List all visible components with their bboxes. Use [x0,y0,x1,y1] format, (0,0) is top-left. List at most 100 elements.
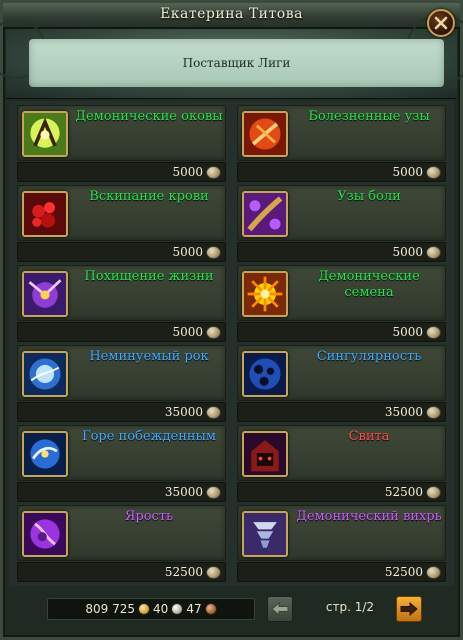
item-panel: Демонический вихрь [237,505,446,561]
price-bar: 5000 [17,322,226,342]
close-button[interactable] [427,9,455,37]
league-coin-icon [206,566,221,579]
item-name: Неминуемый рок [89,349,209,364]
item-panel: Свита [237,425,446,481]
shop-item-card[interactable]: Свита 52500 [237,425,446,503]
window-title: Екатерина Титова [160,6,303,22]
price-bar: 5000 [17,162,226,182]
retinue-icon[interactable] [242,431,288,477]
item-panel: Узы боли [237,185,446,241]
fury-icon[interactable] [22,511,68,557]
league-coin-icon [426,166,441,179]
league-coin-icon [426,566,441,579]
league-coin-icon [206,246,221,259]
singularity-icon[interactable] [242,351,288,397]
price-bar: 5000 [237,162,446,182]
league-coin-icon [206,166,221,179]
shop-item-card[interactable]: Сингулярность 35000 [237,345,446,423]
price-bar: 5000 [237,242,446,262]
item-name: Горе побежденным [81,429,217,444]
price-bar: 35000 [17,482,226,502]
price-bar: 52500 [17,562,226,582]
page-indicator: стр. 1/2 [325,600,375,614]
bonds-of-pain-icon[interactable] [242,191,288,237]
shop-item-card[interactable]: Похищение жизни 5000 [17,265,226,343]
vendor-name: Поставщик Лиги [182,56,291,70]
item-name: Демонические семена [318,269,420,300]
arrow-left-icon [271,602,289,616]
shop-item-card[interactable]: Демонические оковы 5000 [17,105,226,183]
inevitable-doom-icon[interactable] [22,351,68,397]
title-bar: Екатерина Титова [3,3,460,29]
price-bar: 5000 [237,322,446,342]
shop-item-card[interactable]: Ярость 52500 [17,505,226,583]
item-price: 52500 [164,565,203,579]
price-bar: 52500 [237,482,446,502]
item-price: 5000 [392,325,423,339]
money-copper: 47 [186,602,202,616]
gold-coin-icon [138,603,151,615]
shop-item-card[interactable]: Болезненные узы 5000 [237,105,446,183]
life-steal-icon[interactable] [22,271,68,317]
close-icon [434,16,448,30]
blood-boil-icon[interactable] [22,191,68,237]
item-panel: Болезненные узы [237,105,446,161]
item-panel: Ярость [17,505,226,561]
item-name: Ярость [124,509,174,524]
item-price: 5000 [172,165,203,179]
price-bar: 52500 [237,562,446,582]
copper-coin-icon [204,603,217,615]
vendor-header: Поставщик Лиги [0,14,463,99]
item-panel: Демонические оковы [17,105,226,161]
next-page-button[interactable] [396,596,422,622]
shop-item-card[interactable]: Неминуемый рок 35000 [17,345,226,423]
league-coin-icon [426,326,441,339]
item-name: Демонические оковы [75,109,223,124]
item-name: Узы боли [337,189,401,204]
painful-bonds-icon[interactable] [242,111,288,157]
item-price: 35000 [164,405,203,419]
silver-coin-icon [171,603,184,615]
item-panel: Похищение жизни [17,265,226,321]
item-price: 5000 [392,165,423,179]
item-price: 35000 [164,485,203,499]
item-name: Похищение жизни [84,269,214,284]
league-coin-icon [426,406,441,419]
shop-item-card[interactable]: Демонический вихрь 52500 [237,505,446,583]
money-silver: 40 [153,602,169,616]
item-price: 52500 [384,485,423,499]
footer: 809 725 40 47 стр. 1/2 [9,588,454,638]
item-name: Сингулярность [316,349,422,364]
price-bar: 35000 [237,402,446,422]
item-price: 5000 [392,245,423,259]
item-panel: Сингулярность [237,345,446,401]
vendor-window: Екатерина Титова Поставщик Лиги Демониче… [0,0,463,640]
league-coin-icon [206,406,221,419]
prev-page-button[interactable] [267,596,293,622]
item-panel: Вскипание крови [17,185,226,241]
shop-item-card[interactable]: Демонические семена 5000 [237,265,446,343]
league-coin-icon [426,246,441,259]
shop-item-card[interactable]: Горе побежденным 35000 [17,425,226,503]
demonic-seeds-icon[interactable] [242,271,288,317]
item-panel: Демонические семена [237,265,446,321]
money-gold: 809 725 [85,602,136,616]
shop-item-card[interactable]: Вскипание крови 5000 [17,185,226,263]
league-coin-icon [426,486,441,499]
shop-item-card[interactable]: Узы боли 5000 [237,185,446,263]
price-bar: 5000 [17,242,226,262]
item-price: 5000 [172,325,203,339]
arrow-right-icon [400,602,418,616]
price-bar: 35000 [17,402,226,422]
item-price: 5000 [172,245,203,259]
item-price: 35000 [384,405,423,419]
league-coin-icon [206,486,221,499]
item-name: Болезненные узы [308,109,430,124]
item-name: Демонический вихрь [296,509,442,524]
demonic-whirlwind-icon[interactable] [242,511,288,557]
demonic-shackles-icon[interactable] [22,111,68,157]
item-name: Вскипание крови [89,189,209,204]
money-display: 809 725 40 47 [47,598,255,620]
item-price: 52500 [384,565,423,579]
woe-to-vanquished-icon[interactable] [22,431,68,477]
